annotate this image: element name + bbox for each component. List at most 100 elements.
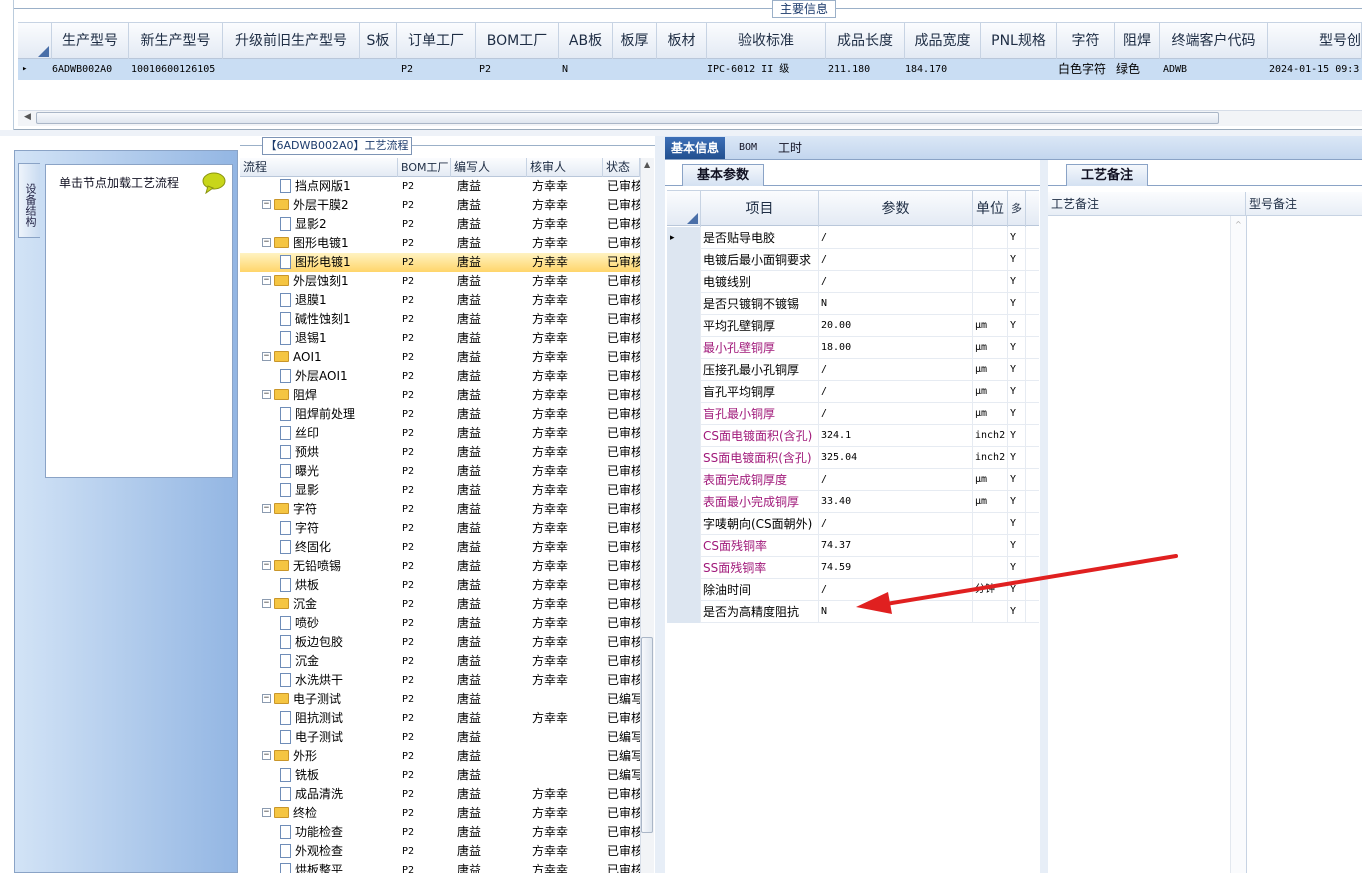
cell-length[interactable]: 211.180 <box>828 59 905 80</box>
chat-bubble-icon[interactable] <box>202 172 226 194</box>
col-flow[interactable]: 流程 <box>240 158 398 177</box>
col-header[interactable]: 升级前旧生产型号 <box>223 23 360 60</box>
param-value[interactable]: / <box>819 359 973 381</box>
flow-node[interactable]: 显影 <box>280 481 398 500</box>
flow-tree-row[interactable]: 外观检查 P2 唐益 方幸幸 已审核 <box>240 842 640 861</box>
col-header[interactable]: 板材 <box>657 23 707 60</box>
flow-tree-row[interactable]: − 电子测试 P2 唐益 已编写 <box>240 690 640 709</box>
param-value[interactable]: / <box>819 513 973 535</box>
param-value[interactable]: 20.00 <box>819 315 973 337</box>
flow-node[interactable]: 丝印 <box>280 424 398 443</box>
cell-standard[interactable]: IPC-6012 II 级 <box>707 59 826 80</box>
flow-node[interactable]: − 无铅喷锡 <box>262 557 398 576</box>
col-header[interactable]: PNL规格 <box>981 23 1057 60</box>
flow-tree-row[interactable]: 碱性蚀刻1 P2 唐益 方幸幸 已审核 <box>240 310 640 329</box>
flow-node[interactable]: − 电子测试 <box>262 690 398 709</box>
tab-process-notes[interactable]: 工艺备注 <box>1066 164 1148 186</box>
flow-node[interactable]: − 沉金 <box>262 595 398 614</box>
flow-tree-row[interactable]: 图形电镀1 P2 唐益 方幸幸 已审核 <box>240 253 640 272</box>
flow-node[interactable]: 沉金 <box>280 652 398 671</box>
col-header[interactable]: S板 <box>360 23 397 60</box>
flow-tree-row[interactable]: 烘板整平 P2 唐益 方幸幸 已审核 <box>240 861 640 873</box>
tab-basic-info[interactable]: 基本信息 <box>665 137 726 159</box>
cell-ab-board[interactable]: N <box>562 59 613 80</box>
flow-tree-row[interactable]: 终固化 P2 唐益 方幸幸 已审核 <box>240 538 640 557</box>
param-row[interactable]: 电镀线别 / Y <box>667 271 1039 293</box>
cell-new-prod-no[interactable]: 10010600126105 <box>131 59 223 80</box>
flow-tree-row[interactable]: 沉金 P2 唐益 方幸幸 已审核 <box>240 652 640 671</box>
horizontal-scroll-thumb[interactable] <box>36 112 1219 124</box>
flow-node[interactable]: − 终检 <box>262 804 398 823</box>
collapse-icon[interactable]: − <box>262 808 271 817</box>
collapse-icon[interactable]: − <box>262 390 271 399</box>
collapse-icon[interactable]: − <box>262 238 271 247</box>
collapse-icon[interactable]: − <box>262 561 271 570</box>
flow-tree-row[interactable]: 喷砂 P2 唐益 方幸幸 已审核 <box>240 614 640 633</box>
flow-tree-row[interactable]: 挡点网版1 P2 唐益 方幸幸 已审核 <box>240 177 640 196</box>
param-row[interactable]: SS面电镀面积(含孔) 325.04 inch2 Y <box>667 447 1039 469</box>
col-param[interactable]: 参数 <box>819 191 973 227</box>
flow-node[interactable]: 碱性蚀刻1 <box>280 310 398 329</box>
collapse-icon[interactable]: − <box>262 599 271 608</box>
flow-node[interactable]: − 外层蚀刻1 <box>262 272 398 291</box>
flow-tree-row[interactable]: − 阻焊 P2 唐益 方幸幸 已审核 <box>240 386 640 405</box>
collapse-icon[interactable]: − <box>262 276 271 285</box>
flow-tree-row[interactable]: − 字符 P2 唐益 方幸幸 已审核 <box>240 500 640 519</box>
scroll-left-icon[interactable]: ◀ <box>24 112 31 122</box>
param-value[interactable]: 33.40 <box>819 491 973 513</box>
param-value[interactable]: / <box>819 249 973 271</box>
param-value[interactable]: / <box>819 403 973 425</box>
param-row[interactable]: 表面最小完成铜厚 33.40 μm Y <box>667 491 1039 513</box>
flow-node[interactable]: − AOI1 <box>262 348 398 367</box>
col-header[interactable]: 生产型号 <box>52 23 129 60</box>
param-value[interactable]: N <box>819 293 973 315</box>
col-process-notes[interactable]: 工艺备注 <box>1048 192 1246 216</box>
cell-thickness[interactable] <box>615 59 657 80</box>
col-header[interactable]: 订单工厂 <box>397 23 476 60</box>
cell-pnl[interactable] <box>983 59 1057 80</box>
right-splitter[interactable] <box>1040 160 1048 873</box>
flow-node[interactable]: 电子测试 <box>280 728 398 747</box>
flow-tree-row[interactable]: 成品清洗 P2 唐益 方幸幸 已审核 <box>240 785 640 804</box>
collapse-icon[interactable]: − <box>262 200 271 209</box>
col-header[interactable]: 成品宽度 <box>905 23 981 60</box>
notes-scrollbar[interactable]: ^ <box>1230 216 1246 873</box>
col-extra[interactable]: 多 <box>1008 191 1026 227</box>
flow-node[interactable]: 退膜1 <box>280 291 398 310</box>
collapse-icon[interactable]: − <box>262 751 271 760</box>
tab-basic-params[interactable]: 基本参数 <box>682 164 764 186</box>
flow-tree-row[interactable]: 功能检查 P2 唐益 方幸幸 已审核 <box>240 823 640 842</box>
flow-tree-row[interactable]: 退膜1 P2 唐益 方幸幸 已审核 <box>240 291 640 310</box>
cell-material[interactable] <box>659 59 707 80</box>
flow-tree-row[interactable]: 电子测试 P2 唐益 已编写 <box>240 728 640 747</box>
cell-bom-factory[interactable]: P2 <box>479 59 559 80</box>
col-author[interactable]: 编写人 <box>451 158 527 177</box>
flow-tree-row[interactable]: 烘板 P2 唐益 方幸幸 已审核 <box>240 576 640 595</box>
param-value[interactable]: 324.1 <box>819 425 973 447</box>
flow-node[interactable]: 终固化 <box>280 538 398 557</box>
param-row[interactable]: ▸ 是否贴导电胶 / Y <box>667 227 1039 249</box>
param-value[interactable]: 325.04 <box>819 447 973 469</box>
collapse-icon[interactable]: − <box>262 694 271 703</box>
col-reviewer[interactable]: 核审人 <box>527 158 603 177</box>
flow-tree-row[interactable]: − 无铅喷锡 P2 唐益 方幸幸 已审核 <box>240 557 640 576</box>
param-row[interactable]: 平均孔壁铜厚 20.00 μm Y <box>667 315 1039 337</box>
vertical-tab-structure[interactable]: 设备结构 <box>18 163 40 238</box>
col-unit[interactable]: 单位 <box>973 191 1008 227</box>
flow-tree-row[interactable]: 铣板 P2 唐益 已编写 <box>240 766 640 785</box>
flow-node[interactable]: − 图形电镀1 <box>262 234 398 253</box>
flow-node[interactable]: 曝光 <box>280 462 398 481</box>
flow-node[interactable]: 外层AOI1 <box>280 367 398 386</box>
flow-tree-row[interactable]: 字符 P2 唐益 方幸幸 已审核 <box>240 519 640 538</box>
flow-node[interactable]: − 字符 <box>262 500 398 519</box>
col-header[interactable]: AB板 <box>559 23 613 60</box>
flow-tree-row[interactable]: 退锡1 P2 唐益 方幸幸 已审核 <box>240 329 640 348</box>
param-value[interactable]: / <box>819 227 973 249</box>
col-header[interactable]: 型号创 <box>1268 23 1362 60</box>
flow-node[interactable]: 烘板 <box>280 576 398 595</box>
param-row[interactable]: 是否只镀铜不镀锡 N Y <box>667 293 1039 315</box>
cell-customer[interactable]: ADWB <box>1163 59 1268 80</box>
col-header[interactable]: 新生产型号 <box>129 23 223 60</box>
flow-tree-row[interactable]: 预烘 P2 唐益 方幸幸 已审核 <box>240 443 640 462</box>
flow-tree-row[interactable]: − 终检 P2 唐益 方幸幸 已审核 <box>240 804 640 823</box>
